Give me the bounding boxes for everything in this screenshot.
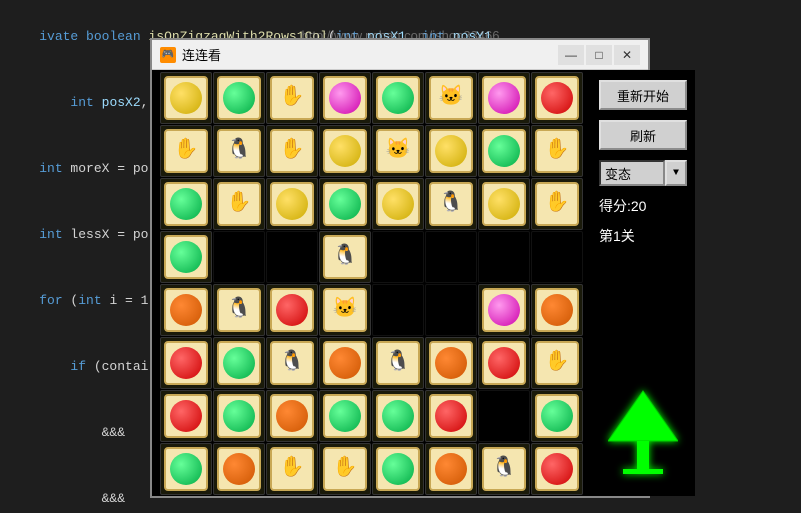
cell-0-0[interactable]: [160, 72, 212, 124]
cell-2-0[interactable]: [160, 178, 212, 230]
cell-5-2[interactable]: 🐧: [266, 337, 318, 389]
cell-1-4[interactable]: 🐱: [372, 125, 424, 177]
cell-6-1[interactable]: [213, 390, 265, 442]
cell-5-0[interactable]: [160, 337, 212, 389]
cell-1-0[interactable]: ✋: [160, 125, 212, 177]
cell-6-7[interactable]: [531, 390, 583, 442]
side-panel: 重新开始 刷新 变态 ▼ 得分:20 第1关: [591, 70, 695, 496]
maximize-button[interactable]: □: [586, 45, 612, 65]
cell-7-4[interactable]: [372, 443, 424, 495]
score-label: 得分:: [599, 198, 631, 214]
window-icon: 🎮: [160, 47, 176, 63]
cell-0-4[interactable]: [372, 72, 424, 124]
cell-2-6[interactable]: [478, 178, 530, 230]
game-window: 🎮 连连看 — □ ✕ ✋🐱✋🐧✋🐱✋✋🐧✋🐧🐧🐱🐧🐧✋✋✋🐧 重新开始 刷新 …: [150, 38, 650, 498]
minimize-button[interactable]: —: [558, 45, 584, 65]
cell-1-1[interactable]: 🐧: [213, 125, 265, 177]
cell-0-3[interactable]: [319, 72, 371, 124]
cell-6-2[interactable]: [266, 390, 318, 442]
cell-5-1[interactable]: [213, 337, 265, 389]
game-grid: ✋🐱✋🐧✋🐱✋✋🐧✋🐧🐧🐱🐧🐧✋✋✋🐧: [160, 72, 583, 495]
cell-3-6: [478, 231, 530, 283]
cell-7-6[interactable]: 🐧: [478, 443, 530, 495]
cell-3-5: [425, 231, 477, 283]
cell-7-1[interactable]: [213, 443, 265, 495]
cell-2-3[interactable]: [319, 178, 371, 230]
cell-2-4[interactable]: [372, 178, 424, 230]
cell-3-4: [372, 231, 424, 283]
cell-3-7: [531, 231, 583, 283]
cell-4-7[interactable]: [531, 284, 583, 336]
cell-1-2[interactable]: ✋: [266, 125, 318, 177]
grid-area: ✋🐱✋🐧✋🐱✋✋🐧✋🐧🐧🐱🐧🐧✋✋✋🐧: [152, 70, 591, 496]
dropdown-arrow-icon[interactable]: ▼: [665, 160, 687, 186]
cell-2-1[interactable]: ✋: [213, 178, 265, 230]
cell-4-6[interactable]: [478, 284, 530, 336]
cell-7-3[interactable]: ✋: [319, 443, 371, 495]
level-display: 第1关: [599, 226, 687, 246]
cell-5-5[interactable]: [425, 337, 477, 389]
cell-5-3[interactable]: [319, 337, 371, 389]
mode-dropdown[interactable]: 变态 ▼: [599, 160, 687, 186]
score-value: 20: [631, 198, 647, 214]
score-display: 得分:20: [599, 196, 687, 216]
cell-1-3[interactable]: [319, 125, 371, 177]
cell-4-3[interactable]: 🐱: [319, 284, 371, 336]
cell-2-7[interactable]: ✋: [531, 178, 583, 230]
title-bar[interactable]: 🎮 连连看 — □ ✕: [152, 40, 648, 70]
game-content: ✋🐱✋🐧✋🐱✋✋🐧✋🐧🐧🐱🐧🐧✋✋✋🐧 重新开始 刷新 变态 ▼ 得分:20 第…: [152, 70, 648, 496]
cell-6-4[interactable]: [372, 390, 424, 442]
cell-3-2: [266, 231, 318, 283]
close-button[interactable]: ✕: [614, 45, 640, 65]
cell-0-6[interactable]: [478, 72, 530, 124]
cell-7-0[interactable]: [160, 443, 212, 495]
cell-5-4[interactable]: 🐧: [372, 337, 424, 389]
cell-3-3[interactable]: 🐧: [319, 231, 371, 283]
cell-7-2[interactable]: ✋: [266, 443, 318, 495]
cell-3-1: [213, 231, 265, 283]
cell-4-5: [425, 284, 477, 336]
triangle-decoration: [608, 386, 678, 486]
cell-4-0[interactable]: [160, 284, 212, 336]
cell-3-0[interactable]: [160, 231, 212, 283]
triangle-svg: [608, 386, 678, 476]
cell-1-5[interactable]: [425, 125, 477, 177]
cell-6-0[interactable]: [160, 390, 212, 442]
cell-6-3[interactable]: [319, 390, 371, 442]
cell-2-5[interactable]: 🐧: [425, 178, 477, 230]
cell-0-7[interactable]: [531, 72, 583, 124]
cell-7-5[interactable]: [425, 443, 477, 495]
cell-4-1[interactable]: 🐧: [213, 284, 265, 336]
mode-label: 变态: [599, 160, 665, 186]
cell-0-1[interactable]: [213, 72, 265, 124]
cell-6-6: [478, 390, 530, 442]
cell-7-7[interactable]: [531, 443, 583, 495]
cell-5-6[interactable]: [478, 337, 530, 389]
cell-0-5[interactable]: 🐱: [425, 72, 477, 124]
cell-4-4: [372, 284, 424, 336]
level-value: 1: [613, 228, 621, 244]
window-title: 连连看: [182, 45, 558, 64]
level-label: 第: [599, 228, 613, 244]
refresh-button[interactable]: 刷新: [599, 120, 687, 150]
cell-0-2[interactable]: ✋: [266, 72, 318, 124]
cell-5-7[interactable]: ✋: [531, 337, 583, 389]
restart-button[interactable]: 重新开始: [599, 80, 687, 110]
cell-1-6[interactable]: [478, 125, 530, 177]
cell-1-7[interactable]: ✋: [531, 125, 583, 177]
cell-6-5[interactable]: [425, 390, 477, 442]
title-controls: — □ ✕: [558, 45, 640, 65]
cell-2-2[interactable]: [266, 178, 318, 230]
cell-4-2[interactable]: [266, 284, 318, 336]
level-suffix: 关: [621, 228, 635, 244]
